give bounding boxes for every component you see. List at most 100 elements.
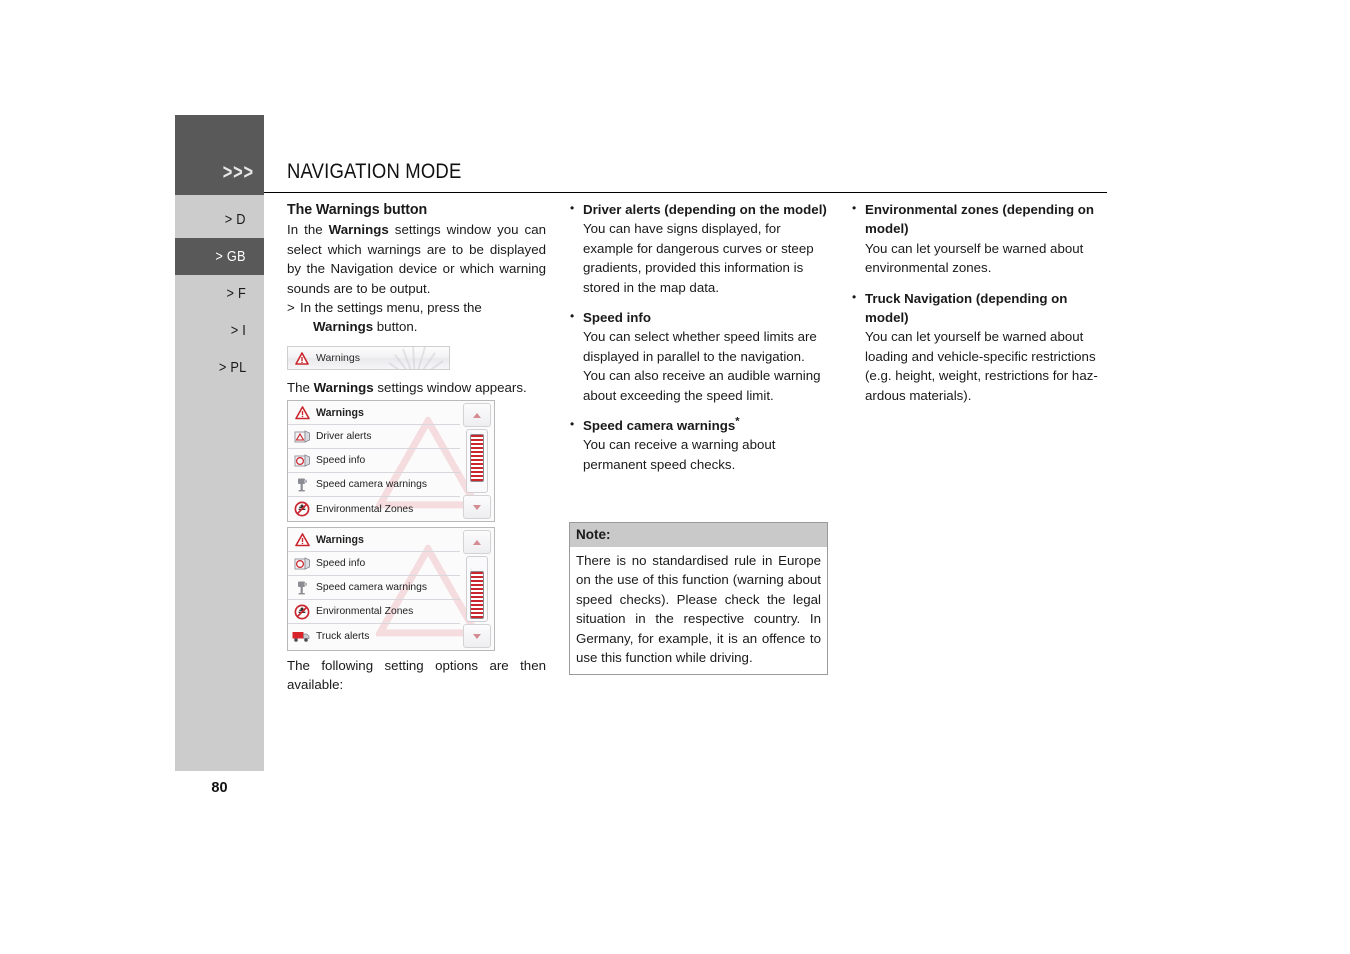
list-item: Speed camera warnings* You can receive a… [569, 415, 828, 474]
list-row-label: Environmental Zones [316, 503, 414, 515]
environment-zone-icon [288, 501, 316, 517]
right-bullet-list: Environmental zones (depending on model)… [851, 199, 1110, 405]
sidebar-item-label: > PL [218, 359, 246, 376]
scroll-track[interactable] [466, 556, 488, 622]
list-row-speed-info[interactable]: Speed info [288, 449, 460, 473]
sidebar-item-label: > I [230, 322, 246, 339]
settings-list-one: Warnings Driver alerts Speed info Speed … [288, 401, 460, 521]
scroll-thumb[interactable] [470, 434, 484, 482]
step-text: In the settings menu, press the [300, 300, 482, 316]
scroll-thumb[interactable] [470, 571, 484, 619]
closing-paragraph: The following setting options are then a… [287, 658, 546, 693]
step-bold: Warnings [313, 319, 374, 335]
scroll-track[interactable] [466, 429, 488, 493]
closing-paragraph-wrap: The following setting options are then a… [287, 656, 546, 695]
step-continuation: Warnings button. [300, 317, 546, 336]
list-row-label: Warnings [316, 533, 364, 546]
list-row-label: Truck alerts [316, 630, 370, 642]
scroll-down-button[interactable] [463, 495, 491, 519]
after-after: settings window appears. [373, 380, 527, 395]
scrollbar-two[interactable] [460, 528, 494, 650]
list-row-environmental-zones[interactable]: Environmental Zones [288, 600, 460, 624]
list-row-label: Environmental Zones [316, 606, 414, 617]
chevron-down-icon [473, 633, 481, 639]
middle-bullet-list: Driver alerts (depending on the model) Y… [569, 199, 828, 474]
bullet-title: Driver alerts (depending on the model) [583, 202, 827, 217]
list-item: Environmental zones (depending on model)… [851, 199, 1110, 278]
scrollbar-one[interactable] [460, 401, 494, 521]
fan-watermark-icon [388, 347, 444, 369]
scroll-up-button[interactable] [463, 403, 491, 427]
sidebar-item-i[interactable]: > I [175, 312, 264, 349]
after-button-paragraph: The Warnings settings window appears. [287, 378, 546, 397]
list-row-driver-alerts[interactable]: Driver alerts [288, 425, 460, 449]
sidebar-item-f[interactable]: > F [175, 275, 264, 312]
list-item: Speed info You can select whether speed … [569, 307, 828, 405]
warnings-button-label: Warnings [316, 352, 360, 364]
list-row-speed-info[interactable]: Speed info [288, 552, 460, 576]
scroll-down-button[interactable] [463, 624, 491, 648]
list-row-label: Speed camera warnings [316, 582, 428, 593]
settings-list-two: Warnings Speed info Speed camera warning… [288, 528, 460, 650]
note-heading: Note: [570, 523, 827, 547]
sidebar-item-label: > F [226, 285, 246, 302]
list-row-speed-camera-warnings[interactable]: Speed camera warnings [288, 576, 460, 600]
intro-before: In the [287, 222, 329, 238]
after-button-paragraph-wrap: The Warnings settings window appears. [287, 378, 546, 397]
list-row-header: Warnings [288, 528, 460, 552]
chevron-up-icon [473, 539, 481, 545]
page-title: NAVIGATION MODE [287, 160, 485, 184]
list-row-label: Warnings [316, 406, 364, 419]
list-item: Driver alerts (depending on the model) Y… [569, 199, 828, 297]
chevron-down-icon [473, 504, 481, 510]
speed-camera-icon [288, 477, 316, 492]
chevron-up-icon [473, 412, 481, 418]
environment-zone-icon [288, 604, 316, 620]
section-title: The Warnings button [287, 200, 546, 219]
list-row-header: Warnings [288, 401, 460, 425]
sidebar-header: >>> [175, 115, 264, 195]
after-before: The [287, 380, 314, 395]
page-title-text: NAVIGATION MODE [287, 160, 462, 183]
list-row-speed-camera-warnings[interactable]: Speed camera warnings [288, 473, 460, 497]
truck-icon [288, 629, 316, 643]
page-number: 80 [211, 780, 228, 796]
left-column: The Warnings button In the Warnings sett… [287, 200, 546, 337]
step-body: In the settings menu, press the Warnings… [300, 298, 546, 337]
sidebar-item-label: > GB [215, 248, 246, 265]
bullet-text: You can let yourself be warned about env… [865, 240, 1084, 276]
note-body: There is no standardised rule in Europe … [576, 553, 821, 666]
right-column: Environmental zones (depending on model)… [851, 199, 1110, 405]
speed-sign-icon [288, 453, 316, 468]
list-row-label: Speed info [316, 455, 366, 466]
chevrons-icon: >>> [222, 161, 254, 184]
bullet-text: You can have signs displayed, for exampl… [583, 221, 814, 295]
step-marker: > [287, 300, 295, 316]
list-row-label: Speed camera warnings [316, 479, 428, 490]
sidebar-item-pl[interactable]: > PL [175, 349, 264, 386]
warnings-button-screenshot[interactable]: Warnings [287, 346, 450, 370]
road-sign-alert-icon [288, 429, 316, 444]
settings-list-screenshot-two[interactable]: Warnings Speed info Speed camera warning… [287, 527, 495, 651]
speed-camera-icon [288, 580, 316, 595]
warning-triangle-icon [288, 532, 316, 547]
list-row-label: Driver alerts [316, 431, 372, 442]
scroll-up-button[interactable] [463, 530, 491, 554]
middle-column: Driver alerts (depending on the model) Y… [569, 199, 828, 474]
bullet-title-text: Speed camera warnings [583, 418, 736, 434]
bullet-text: You can select whether speed limits are … [583, 329, 821, 403]
sidebar-item-label: > D [225, 211, 246, 228]
settings-list-screenshot-one[interactable]: Warnings Driver alerts Speed info Speed … [287, 400, 495, 522]
note-box: Note: There is no standardised rule in E… [569, 522, 828, 676]
list-row-environmental-zones[interactable]: Environmental Zones [288, 497, 460, 521]
step-instruction: > In the settings menu, press the Warnin… [287, 298, 546, 337]
sidebar: >>> > D > GB > F > I > PL [175, 115, 264, 771]
list-item: Truck Navigation (depending on model) Yo… [851, 288, 1110, 405]
bullet-title: Speed info [583, 310, 651, 326]
header-divider [264, 192, 1107, 193]
bullet-title: Speed camera warnings* [583, 416, 828, 435]
list-row-truck-alerts[interactable]: Truck alerts [288, 624, 460, 648]
sidebar-item-gb[interactable]: > GB [175, 238, 264, 275]
sidebar-item-d[interactable]: > D [175, 201, 264, 238]
bullet-title: Environmental zones (depending on model) [865, 202, 1095, 237]
